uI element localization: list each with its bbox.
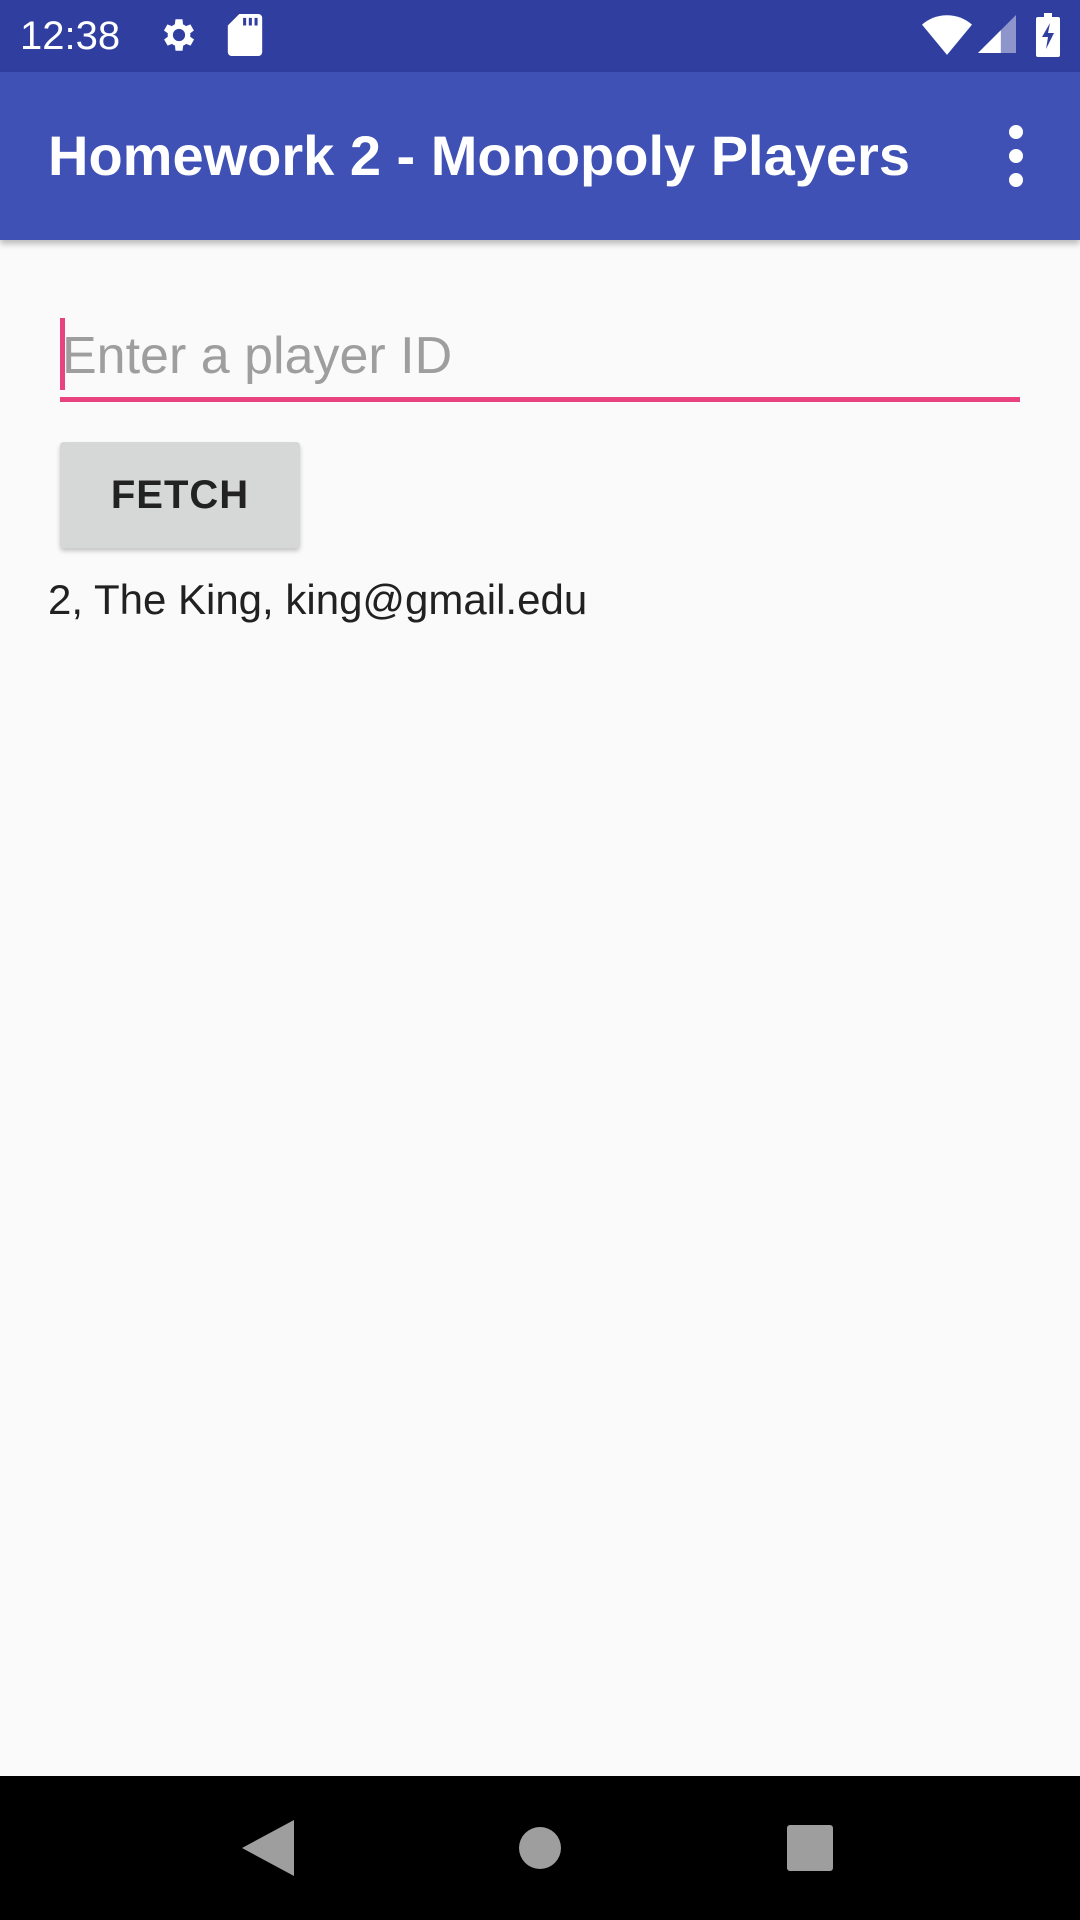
player-id-input[interactable]: Enter a player ID (60, 316, 1020, 402)
navigation-bar (0, 1776, 1080, 1920)
status-bar: 12:38 (0, 0, 1080, 72)
menu-dot (1009, 149, 1023, 163)
status-time: 12:38 (20, 14, 121, 58)
back-icon[interactable] (218, 1798, 318, 1898)
screen: 12:38 Homework 2 - Monopoly Players Ente… (0, 0, 1080, 1920)
player-result-text: 2, The King, king@gmail.edu (48, 576, 588, 623)
recents-icon[interactable] (760, 1798, 860, 1898)
cell-signal-icon (978, 14, 1016, 59)
fetch-button[interactable]: FETCH (60, 442, 300, 548)
gear-icon (158, 14, 200, 61)
menu-dot (1009, 173, 1023, 187)
overflow-menu-icon[interactable] (982, 120, 1050, 192)
wifi-icon (922, 12, 972, 61)
app-bar: Homework 2 - Monopoly Players (0, 72, 1080, 240)
player-id-placeholder: Enter a player ID (62, 327, 453, 385)
battery-charging-icon (1036, 12, 1060, 63)
app-title: Homework 2 - Monopoly Players (48, 124, 910, 187)
home-icon[interactable] (490, 1798, 590, 1898)
menu-dot (1009, 125, 1023, 139)
sd-card-icon (226, 14, 264, 61)
